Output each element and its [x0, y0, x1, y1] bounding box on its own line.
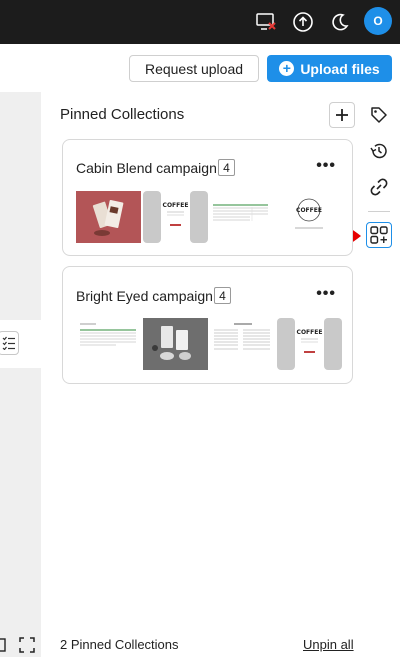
rail-divider	[368, 211, 390, 212]
left-panel	[0, 92, 41, 657]
collection-card[interactable]: Cabin Blend campaign 4 ••• COFFEE COFFEE	[62, 139, 353, 256]
add-collection-button[interactable]	[329, 102, 355, 128]
plus-icon	[336, 109, 348, 121]
svg-text:COFFEE: COFFEE	[296, 207, 322, 214]
request-upload-button[interactable]: Request upload	[129, 55, 259, 82]
grid-view-icon[interactable]	[0, 636, 8, 654]
expand-icon[interactable]	[18, 636, 36, 654]
unpin-all-link[interactable]: Unpin all	[303, 637, 354, 652]
collection-card[interactable]: Bright Eyed campaign 4 ••• COFFEE	[62, 266, 353, 384]
collection-name: Cabin Blend campaign	[76, 160, 217, 176]
coffee-package-mockup[interactable]: COFFEE	[277, 318, 342, 370]
plus-circle-icon: +	[279, 61, 295, 76]
collection-name: Bright Eyed campaign	[76, 288, 213, 304]
svg-text:COFFEE: COFFEE	[297, 329, 323, 336]
more-options-icon[interactable]: •••	[316, 157, 336, 175]
link-icon[interactable]	[366, 174, 392, 200]
coffee-package-mockup[interactable]: COFFEE	[143, 191, 208, 243]
coffee-products-photo[interactable]	[143, 318, 208, 370]
more-options-icon[interactable]: •••	[316, 285, 336, 303]
upload-cloud-icon[interactable]	[288, 7, 318, 37]
avatar[interactable]: O	[364, 7, 392, 35]
coffee-bag-photo[interactable]	[76, 191, 141, 243]
screen-off-icon[interactable]	[251, 7, 281, 37]
collection-count-badge: 4	[218, 159, 235, 176]
pinned-count: 2 Pinned Collections	[60, 637, 179, 652]
collection-count-badge: 4	[214, 287, 231, 304]
text-document[interactable]	[210, 318, 275, 370]
history-icon[interactable]	[366, 138, 392, 164]
spreadsheet-document[interactable]	[76, 318, 141, 370]
svg-text:COFFEE: COFFEE	[163, 202, 189, 209]
tag-icon[interactable]	[366, 102, 392, 128]
add-to-collection-icon[interactable]	[366, 222, 392, 248]
top-bar: O	[0, 0, 400, 44]
moon-icon[interactable]	[325, 7, 355, 37]
upload-files-label: Upload files	[300, 60, 380, 77]
upload-files-button[interactable]: + Upload files	[267, 55, 392, 82]
checklist-icon[interactable]	[0, 331, 19, 355]
panel-title: Pinned Collections	[60, 106, 185, 123]
spreadsheet-document[interactable]	[210, 191, 275, 243]
coffee-logo-sheet[interactable]: COFFEE	[277, 191, 342, 243]
